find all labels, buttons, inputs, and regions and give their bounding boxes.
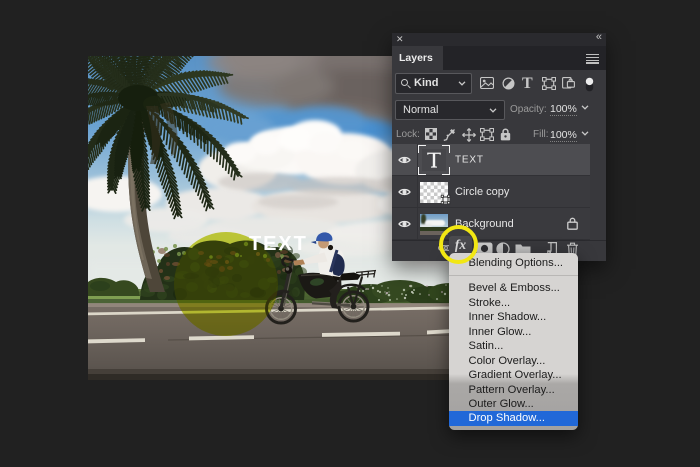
svg-text:TEXT: TEXT — [249, 233, 308, 255]
